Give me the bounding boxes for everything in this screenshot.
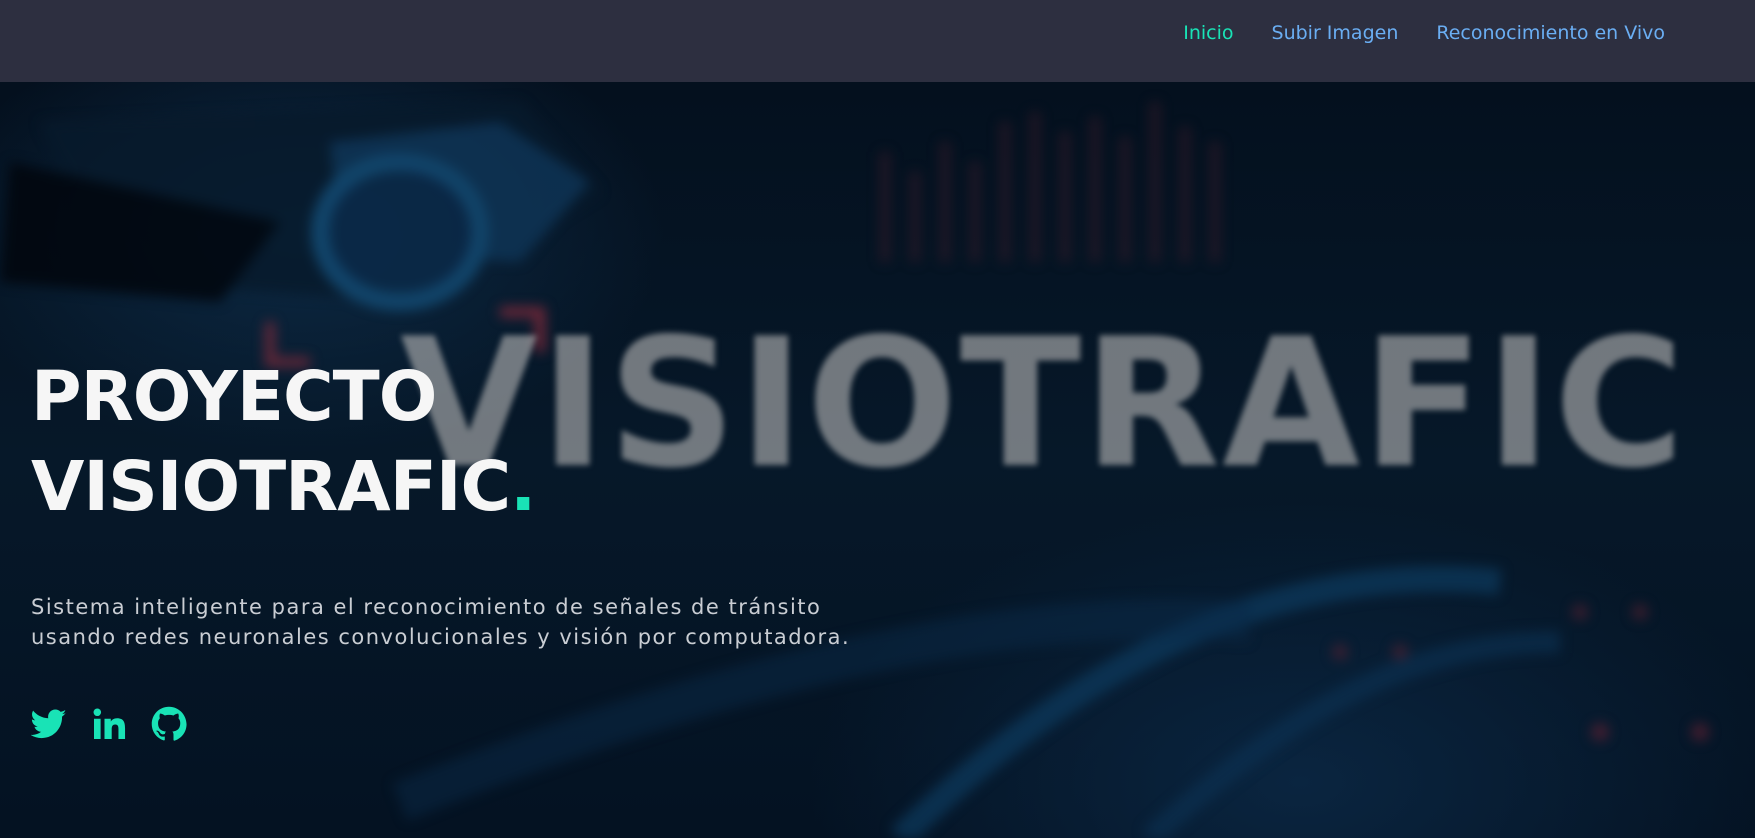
linkedin-link[interactable] [91,706,127,742]
page: Inicio Subir Imagen Reconocimiento en Vi… [0,0,1755,838]
twitter-link[interactable] [31,706,67,742]
background-logo-text: VISIOTRAFIC [400,300,1687,507]
social-links [31,706,187,742]
hero-description-line1: Sistema inteligente para el reconocimien… [31,595,822,619]
hero-title: PROYECTO VISIOTRAFIC. [31,352,536,532]
hero-title-line2: VISIOTRAFIC. [31,442,536,532]
security-camera-icon [0,102,600,311]
linkedin-icon [93,708,126,739]
top-navbar: Inicio Subir Imagen Reconocimiento en Vi… [0,0,1755,82]
nav-link-inicio[interactable]: Inicio [1183,22,1233,44]
hero-description-line2: usando redes neuronales convolucionales … [31,625,851,649]
hero-title-accent-dot: . [510,447,536,527]
nav-links: Inicio Subir Imagen Reconocimiento en Vi… [1183,0,1665,66]
hero-title-project-name: VISIOTRAFIC [31,447,511,527]
nav-link-reconocimiento-en-vivo[interactable]: Reconocimiento en Vivo [1436,22,1665,44]
github-link[interactable] [151,706,187,742]
hero-description: Sistema inteligente para el reconocimien… [31,592,931,652]
github-icon [151,706,187,741]
hero-title-line1: PROYECTO [31,357,437,437]
twitter-icon [31,709,67,739]
hero-section: VISIOTRAFIC PROYECTO VISIOTRAFIC. Sistem… [0,82,1755,838]
nav-link-subir-imagen[interactable]: Subir Imagen [1272,22,1399,44]
background-bars [880,102,1220,262]
